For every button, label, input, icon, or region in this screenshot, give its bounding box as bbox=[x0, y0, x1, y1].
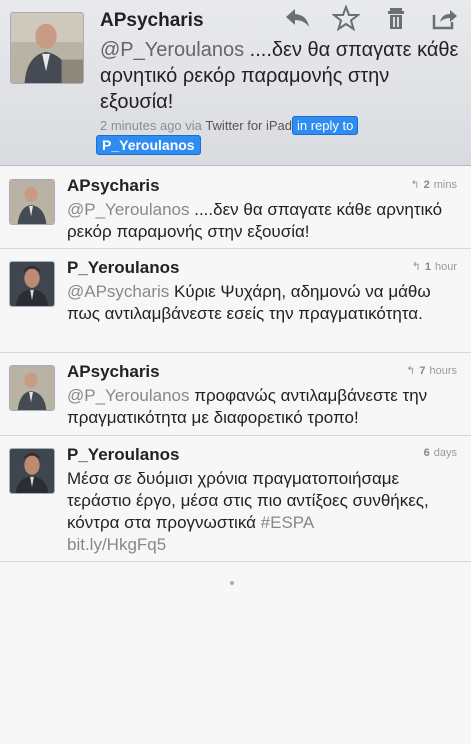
star-icon bbox=[332, 5, 360, 31]
tweet-row[interactable]: P_Yeroulanos ↰ 1 hour @APsycharis Κύριε Ψυ… bbox=[0, 249, 471, 353]
share-button[interactable] bbox=[428, 4, 460, 32]
author-name[interactable]: APsycharis bbox=[67, 362, 160, 382]
in-reply-to-label[interactable]: in reply to bbox=[292, 116, 359, 135]
avatar[interactable] bbox=[10, 12, 84, 84]
reply-to-user-link[interactable]: P_Yeroulanos bbox=[96, 135, 201, 155]
reply-indicator-icon: ↰ bbox=[406, 365, 416, 377]
tweet-detail-header: APsycharis @P_Yeroulanos ....δεν θα σπαγ… bbox=[0, 0, 471, 166]
author-name[interactable]: APsycharis bbox=[100, 10, 204, 32]
tweet-text: @APsycharis Κύριε Ψυχάρη, αδημονώ να μάθ… bbox=[67, 282, 431, 323]
tweet-text: @P_Yeroulanos προφανώς αντιλαμβάνεστε τη… bbox=[67, 386, 428, 427]
tweet-row[interactable]: APsycharis ↰ 7 hours @P_Yeroulanos προφανώ… bbox=[0, 353, 471, 436]
tweet-timestamp: 2 minutes ago bbox=[100, 118, 182, 133]
reply-button[interactable] bbox=[281, 4, 313, 32]
avatar-photo-apsycharis bbox=[10, 180, 54, 224]
reply-indicator-icon: ↰ bbox=[411, 261, 421, 273]
avatar[interactable] bbox=[9, 179, 55, 225]
avatar[interactable] bbox=[9, 261, 55, 307]
trash-icon bbox=[388, 8, 404, 29]
avatar[interactable] bbox=[9, 365, 55, 411]
via-label: via bbox=[185, 118, 202, 133]
source-link[interactable]: Twitter for iPad bbox=[205, 118, 292, 133]
page-indicator-dot bbox=[230, 581, 234, 585]
mention-link[interactable]: @APsycharis bbox=[67, 282, 169, 301]
author-name[interactable]: P_Yeroulanos bbox=[67, 445, 179, 465]
tweet-time: 6 days bbox=[423, 447, 457, 459]
mention-link[interactable]: @P_Yeroulanos bbox=[67, 386, 190, 405]
tweet-time: ↰ 2 mins bbox=[410, 178, 457, 192]
tweet-time: ↰ 7 hours bbox=[406, 364, 457, 378]
tweet-text: Μέσα σε δυόμισι χρόνια πραγματοποιήσαμε … bbox=[67, 469, 429, 554]
avatar-photo-yeroulanos bbox=[10, 262, 54, 306]
avatar-photo-yeroulanos bbox=[10, 449, 54, 493]
url-link[interactable]: bit.ly/HkgFq5 bbox=[67, 535, 166, 554]
avatar[interactable] bbox=[9, 448, 55, 494]
share-icon bbox=[432, 10, 457, 30]
reply-indicator-icon: ↰ bbox=[410, 179, 420, 191]
tweet-row[interactable]: P_Yeroulanos 6 days Μέσα σε δυόμισι χρόνι… bbox=[0, 436, 471, 562]
author-name[interactable]: APsycharis bbox=[67, 176, 160, 196]
reply-icon bbox=[286, 9, 309, 27]
delete-button[interactable] bbox=[380, 4, 412, 32]
hashtag-link[interactable]: #ESPA bbox=[261, 513, 315, 532]
tweet-meta: 2 minutes ago via Twitter for iPad in rep… bbox=[100, 116, 359, 135]
tweet-time: ↰ 1 hour bbox=[411, 260, 457, 274]
favorite-button[interactable] bbox=[330, 4, 362, 32]
tweet-text: @P_Yeroulanos ....δεν θα σπαγατε κάθε αρ… bbox=[67, 200, 443, 241]
tweet-detail-text: @P_Yeroulanos ....δεν θα σπαγατε κάθε αρ… bbox=[100, 37, 460, 115]
mention-link[interactable]: @P_Yeroulanos bbox=[100, 39, 244, 61]
author-name[interactable]: P_Yeroulanos bbox=[67, 258, 179, 278]
avatar-photo-apsycharis bbox=[10, 366, 54, 410]
mention-link[interactable]: @P_Yeroulanos bbox=[67, 200, 190, 219]
tweet-row[interactable]: APsycharis ↰ 2 mins @P_Yeroulanos ....δεν … bbox=[0, 167, 471, 249]
avatar-photo-apsycharis bbox=[11, 13, 83, 83]
